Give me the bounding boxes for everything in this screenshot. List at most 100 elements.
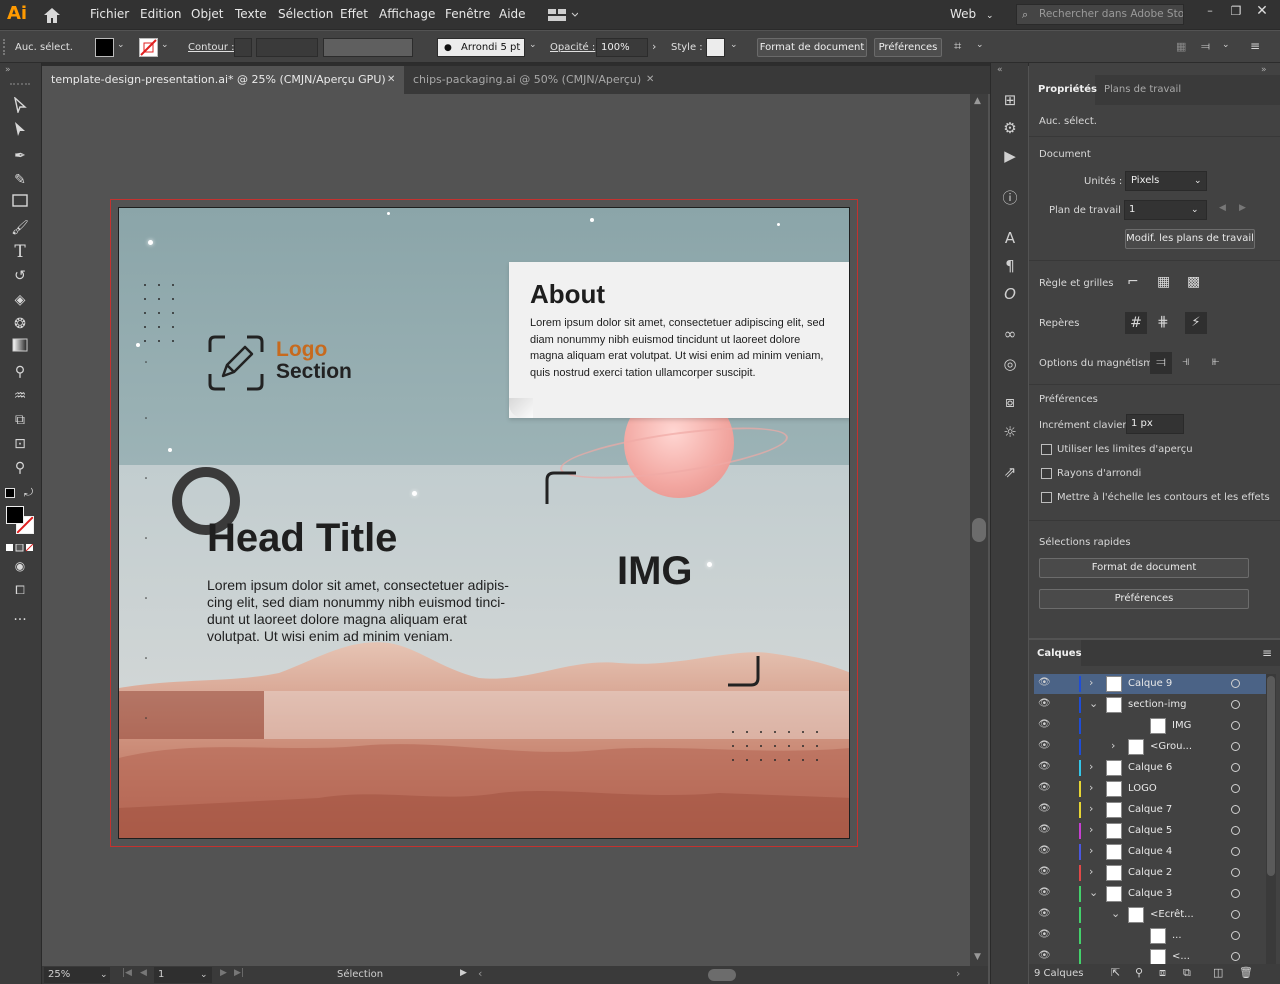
target-circle-icon[interactable] xyxy=(1231,931,1240,940)
delete-layer-icon[interactable]: 🗑 xyxy=(1239,966,1253,979)
asset-export-icon[interactable]: ⚙ xyxy=(999,117,1021,139)
direct-selection-tool-icon[interactable] xyxy=(8,121,32,143)
eraser-tool-icon[interactable]: ◈ xyxy=(8,289,32,311)
visibility-eye-icon[interactable]: 👁 xyxy=(1038,677,1052,691)
target-circle-icon[interactable] xyxy=(1231,763,1240,772)
snap-to-pixel-icon[interactable]: ⫣ xyxy=(1182,354,1190,369)
horizontal-scroll-thumb[interactable] xyxy=(708,969,736,981)
drawing-modes-icon[interactable]: ◉ xyxy=(8,555,32,577)
actions-play-icon[interactable]: ▶ xyxy=(999,145,1021,167)
last-artboard-icon[interactable]: ▶| xyxy=(234,968,244,978)
zoom-tool-icon[interactable]: ⚲ xyxy=(8,457,32,479)
first-artboard-icon[interactable]: |◀ xyxy=(122,968,132,978)
stock-search-input[interactable]: ⌕ Rechercher dans Adobe Stock xyxy=(1016,4,1184,25)
stroke-label[interactable]: Contour : xyxy=(188,42,234,53)
layer-name[interactable]: ... xyxy=(1172,930,1182,941)
tab-template-design[interactable]: template-design-presentation.ai* @ 25% (… xyxy=(42,66,404,94)
menu-item-6[interactable]: Affichage xyxy=(379,7,435,21)
variable-width-profile[interactable] xyxy=(323,38,413,57)
layer-name[interactable]: <Ecrêt... xyxy=(1150,909,1194,920)
image-trace-icon[interactable]: ⧇ xyxy=(999,391,1021,413)
layers-menu-icon[interactable]: ≡ xyxy=(1262,646,1272,660)
selection-tool-icon[interactable] xyxy=(8,96,32,119)
lock-guides-icon[interactable]: ⋕ xyxy=(1157,314,1169,330)
rectangle-tool-icon[interactable] xyxy=(8,193,32,215)
target-circle-icon[interactable] xyxy=(1231,742,1240,751)
expand-arrow-icon[interactable]: › xyxy=(1089,760,1093,773)
chevron-down-icon[interactable]: ⌄ xyxy=(976,40,984,50)
expand-panels-icon[interactable]: « xyxy=(997,65,1003,75)
panel-menu-icon[interactable]: ≡ xyxy=(1250,39,1260,53)
layer-row[interactable]: 👁 IMG xyxy=(1034,716,1270,736)
layer-row[interactable]: 👁 › Calque 2 xyxy=(1034,863,1270,883)
collapse-toolbar-icon[interactable]: » xyxy=(5,65,11,75)
chevron-down-icon[interactable]: ⌄ xyxy=(529,40,537,50)
chevron-down-icon[interactable]: ⌄ xyxy=(1222,40,1230,50)
opacity-label[interactable]: Opacité : xyxy=(550,42,595,53)
screen-mode-icon[interactable]: ⧠ xyxy=(8,579,32,601)
target-circle-icon[interactable] xyxy=(1231,700,1240,709)
snap-to-point-icon[interactable]: ⫤ xyxy=(1150,352,1172,374)
gradient-tool-icon[interactable] xyxy=(8,337,32,359)
scroll-down-icon[interactable]: ▼ xyxy=(974,952,981,962)
libraries-panel-icon[interactable]: ◎ xyxy=(999,353,1021,375)
edit-artboards-button[interactable]: Modif. les plans de travail xyxy=(1125,229,1255,249)
restore-button[interactable]: ❐ xyxy=(1226,4,1246,22)
close-tab-icon[interactable]: ✕ xyxy=(646,66,654,94)
visibility-eye-icon[interactable]: 👁 xyxy=(1038,908,1052,922)
layers-tab[interactable]: Calques xyxy=(1029,640,1082,666)
expand-arrow-icon[interactable]: › xyxy=(1089,676,1093,689)
scale-strokes-checkbox[interactable] xyxy=(1041,492,1052,503)
corner-radius-checkbox[interactable] xyxy=(1041,468,1052,479)
prev-artboard-icon[interactable]: ◀ xyxy=(1219,203,1226,213)
guides-toggle-icon[interactable]: # xyxy=(1125,312,1147,334)
target-circle-icon[interactable] xyxy=(1231,847,1240,856)
new-sublayer-icon[interactable]: ⧉ xyxy=(1183,966,1191,980)
stroke-weight-input[interactable] xyxy=(256,38,318,57)
layer-name[interactable]: Calque 3 xyxy=(1128,888,1172,899)
ruler-icon[interactable]: ⌐ xyxy=(1127,274,1139,290)
blend-tool-icon[interactable]: ♒ xyxy=(8,385,32,407)
lasso-tool-icon[interactable]: ❂ xyxy=(8,313,32,335)
close-button[interactable]: ✕ xyxy=(1252,3,1272,21)
layer-name[interactable]: Calque 6 xyxy=(1128,762,1172,773)
appearance-panel-icon[interactable]: ☼ xyxy=(999,421,1021,443)
collapse-panel-icon[interactable]: » xyxy=(1261,65,1267,75)
fill-color-swatch[interactable] xyxy=(6,506,24,524)
target-circle-icon[interactable] xyxy=(1231,910,1240,919)
previous-artboard-icon[interactable]: ◀ xyxy=(140,968,147,978)
target-circle-icon[interactable] xyxy=(1231,889,1240,898)
stroke-swatch[interactable] xyxy=(139,38,158,57)
visibility-eye-icon[interactable]: 👁 xyxy=(1038,866,1052,880)
menu-item-5[interactable]: Effet xyxy=(340,7,368,21)
tab-chips-packaging[interactable]: chips-packaging.ai @ 50% (CMJN/Aperçu) ✕ xyxy=(404,66,664,94)
layer-row[interactable]: 👁 ⌄ Calque 3 xyxy=(1034,884,1270,904)
target-circle-icon[interactable] xyxy=(1231,952,1240,961)
fill-swatch[interactable] xyxy=(95,38,114,57)
visibility-eye-icon[interactable]: 👁 xyxy=(1038,740,1052,754)
next-artboard-icon[interactable]: ▶ xyxy=(220,968,227,978)
curvature-tool-icon[interactable]: ✎ xyxy=(8,169,32,191)
menu-item-3[interactable]: Texte xyxy=(235,7,267,21)
scroll-left-icon[interactable]: ‹ xyxy=(478,967,482,980)
expand-arrow-icon[interactable]: › xyxy=(1089,844,1093,857)
layer-row[interactable]: 👁 ⌄ <Ecrêt... xyxy=(1034,905,1270,925)
style-swatch[interactable] xyxy=(706,38,725,57)
artboards-panel-icon[interactable]: ⊞ xyxy=(999,89,1021,111)
grid-icon[interactable]: ▦ xyxy=(1157,274,1170,290)
expand-arrow-icon[interactable]: › xyxy=(1089,781,1093,794)
align-options-icon[interactable]: ⌗ xyxy=(954,39,961,54)
visibility-eye-icon[interactable]: 👁 xyxy=(1038,803,1052,817)
visibility-eye-icon[interactable]: 👁 xyxy=(1038,845,1052,859)
status-menu-icon[interactable]: ▶ xyxy=(460,968,467,978)
transparency-grid-icon[interactable]: ▩ xyxy=(1187,274,1200,290)
preview-bounds-checkbox[interactable] xyxy=(1041,444,1052,455)
home-icon[interactable] xyxy=(42,6,62,24)
smart-guides-icon[interactable]: ⚡ xyxy=(1185,312,1207,334)
links-panel-icon[interactable]: ∞ xyxy=(999,323,1021,345)
minimize-button[interactable]: – xyxy=(1200,4,1220,22)
clipping-mask-icon[interactable]: ⧈ xyxy=(1159,966,1166,980)
artboard-select[interactable]: 1 ⌄ xyxy=(1124,200,1207,220)
visibility-eye-icon[interactable]: 👁 xyxy=(1038,887,1052,901)
layer-row[interactable]: 👁 › Calque 4 xyxy=(1034,842,1270,862)
